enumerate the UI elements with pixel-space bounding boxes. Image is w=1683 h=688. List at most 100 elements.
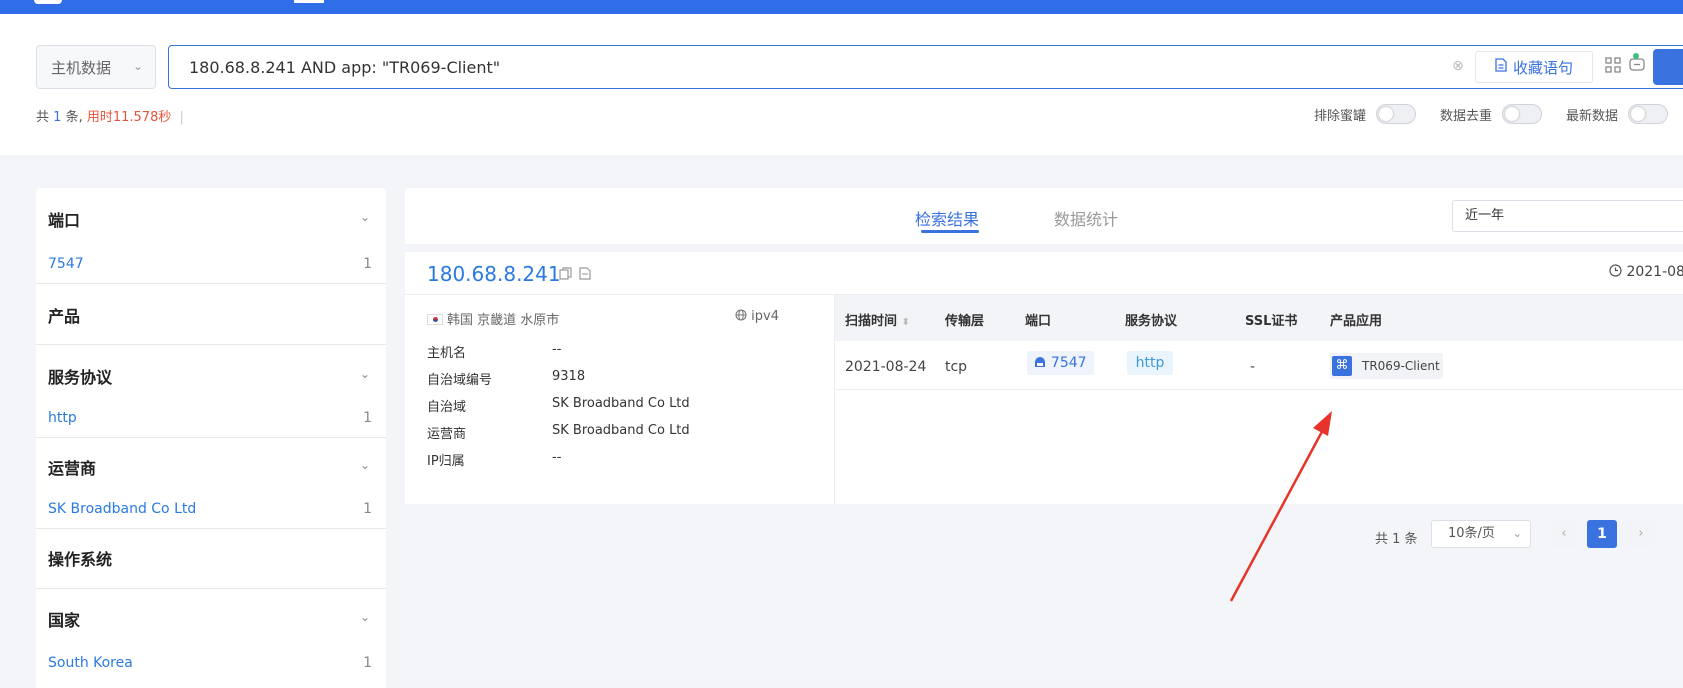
chevron-down-icon: ⌄ [1512, 527, 1522, 540]
search-button[interactable] [1653, 49, 1683, 85]
toggle-label: 排除蜜罐 [1314, 108, 1367, 124]
divider [36, 344, 386, 345]
section-title[interactable]: 运营商 [48, 455, 96, 479]
search-input[interactable] [169, 46, 1409, 88]
tab-search-results[interactable]: 检索结果 [915, 206, 979, 230]
prev-page-button[interactable]: ‹ [1550, 520, 1578, 548]
toggle-label: 数据去重 [1440, 108, 1493, 124]
toggle-exclude-honeypot: 排除蜜罐 [1314, 104, 1417, 124]
info-label: IP归属 [427, 454, 465, 469]
toggle-dedupe: 数据去重 [1440, 104, 1543, 124]
chevron-down-icon[interactable]: ⌄ [360, 458, 370, 472]
info-label: 自治域 [427, 400, 467, 415]
result-ip-link[interactable]: 180.68.8.241 [427, 262, 561, 286]
filter-item-port[interactable]: 7547 [48, 256, 84, 272]
chevron-down-icon[interactable]: ⌄ [360, 610, 370, 624]
chevron-down-icon[interactable]: ⌄ [360, 210, 370, 224]
location-text: 韩国 京畿道 水原市 [447, 313, 560, 328]
table-header: 扫描时间 ⬍ 传输层 端口 服务协议 SSL证书 产品应用 [835, 295, 1683, 341]
filter-count: 1 [363, 501, 372, 517]
info-value: -- [552, 450, 562, 465]
dedupe-switch[interactable] [1502, 104, 1543, 124]
result-tabs: 检索结果 数据统计 近一年 [405, 188, 1683, 244]
chevron-down-icon[interactable]: ⌄ [360, 367, 370, 381]
section-title[interactable]: 端口 [48, 207, 80, 231]
exclude-honeypot-switch[interactable] [1376, 104, 1417, 124]
section-title[interactable]: 国家 [48, 607, 80, 631]
clear-icon[interactable]: ⊗ [1450, 58, 1466, 74]
page-size-select[interactable]: 10条/页 ⌄ [1431, 520, 1531, 548]
cell-ssl: - [1250, 359, 1256, 375]
divider [835, 389, 1683, 390]
product-name: TR069-Client [1362, 359, 1440, 373]
favorite-query-label: 收藏语句 [1512, 58, 1573, 77]
column-header-protocol: 服务协议 [1125, 314, 1178, 329]
divider [36, 528, 386, 529]
count-prefix: 共 [36, 110, 50, 125]
host-info-panel: 韩国 京畿道 水原市 ipv4 主机名 -- 自治域编号 9318 自治域 SK… [405, 295, 834, 504]
data-type-select[interactable]: 主机数据 ⌄ [36, 45, 156, 89]
divider [36, 437, 386, 438]
status-dot [1633, 53, 1639, 59]
copy-icon[interactable] [559, 267, 572, 284]
sort-icon[interactable]: ⬍ [902, 317, 910, 328]
command-key-icon: ⌘ [1332, 356, 1352, 376]
page-size-value: 10条/页 [1448, 526, 1495, 541]
column-header-scan-time[interactable]: 扫描时间 ⬍ [845, 310, 910, 329]
location: 韩国 京畿道 水原市 [427, 309, 559, 328]
port-tag[interactable]: 7547 [1027, 351, 1094, 375]
filter-count: 1 [363, 256, 372, 272]
protocol-tag[interactable]: http [1127, 351, 1173, 375]
ip-version-text: ipv4 [751, 309, 779, 324]
active-tab-indicator [921, 230, 979, 233]
count-number: 1 [53, 110, 62, 125]
last-updated: 2021-08 [1609, 264, 1683, 280]
pagination-total: 共 1 条 [1375, 532, 1418, 547]
column-header-ssl: SSL证书 [1245, 314, 1298, 329]
chevron-down-icon: ⌄ [132, 59, 143, 73]
filter-count: 1 [363, 655, 372, 671]
section-title[interactable]: 服务协议 [48, 364, 112, 388]
time-range-select[interactable]: 近一年 [1452, 200, 1683, 232]
search-box: ⊗ 收藏语句 [168, 45, 1683, 89]
toggle-latest-data: 最新数据 [1566, 104, 1669, 124]
filter-item-isp[interactable]: SK Broadband Co Ltd [48, 501, 196, 517]
info-value: SK Broadband Co Ltd [552, 396, 690, 411]
cell-transport: tcp [945, 359, 968, 375]
filter-item-country[interactable]: South Korea [48, 655, 133, 671]
info-value: 9318 [552, 369, 586, 384]
filter-count: 1 [363, 410, 372, 426]
latest-data-switch[interactable] [1628, 104, 1669, 124]
column-header-product: 产品应用 [1330, 314, 1383, 329]
product-tag[interactable]: ⌘ TR069-Client [1330, 353, 1443, 379]
result-count: 共 1 条, 用时11.578秒 | [36, 106, 184, 125]
favorite-query-button[interactable]: 收藏语句 [1475, 51, 1593, 83]
port-table: 扫描时间 ⬍ 传输层 端口 服务协议 SSL证书 产品应用 2021-08-24… [835, 295, 1683, 504]
toggle-label: 最新数据 [1566, 108, 1619, 124]
filter-item-protocol[interactable]: http [48, 410, 77, 426]
nav-tab-indicator [294, 0, 324, 3]
section-title[interactable]: 操作系统 [48, 546, 112, 570]
chat-bubble-icon[interactable] [1626, 56, 1648, 78]
divider: | [179, 110, 184, 125]
bookmark-file-icon [1495, 58, 1507, 76]
info-value: SK Broadband Co Ltd [552, 423, 690, 438]
current-page-button[interactable]: 1 [1587, 520, 1617, 548]
last-updated-date: 2021-08 [1626, 264, 1683, 280]
search-area: 主机数据 ⌄ ⊗ 收藏语句 共 1 条, 用时11.578秒 | 排除蜜罐 数据… [0, 14, 1683, 155]
globe-icon [735, 309, 751, 324]
section-title[interactable]: 产品 [48, 303, 80, 327]
tab-data-statistics[interactable]: 数据统计 [1054, 206, 1118, 230]
top-nav-bar [0, 0, 1683, 14]
info-label: 运营商 [427, 427, 467, 442]
document-icon[interactable] [579, 267, 591, 284]
column-header-transport: 传输层 [945, 314, 985, 329]
next-page-button[interactable]: › [1627, 520, 1655, 548]
qr-scan-icon[interactable] [1602, 56, 1624, 78]
data-type-label: 主机数据 [51, 58, 112, 77]
info-label: 自治域编号 [427, 373, 493, 388]
korea-flag-icon [427, 314, 443, 325]
info-value: -- [552, 342, 562, 357]
cell-scan-time: 2021-08-24 [845, 359, 927, 375]
clock-icon [1609, 264, 1626, 280]
